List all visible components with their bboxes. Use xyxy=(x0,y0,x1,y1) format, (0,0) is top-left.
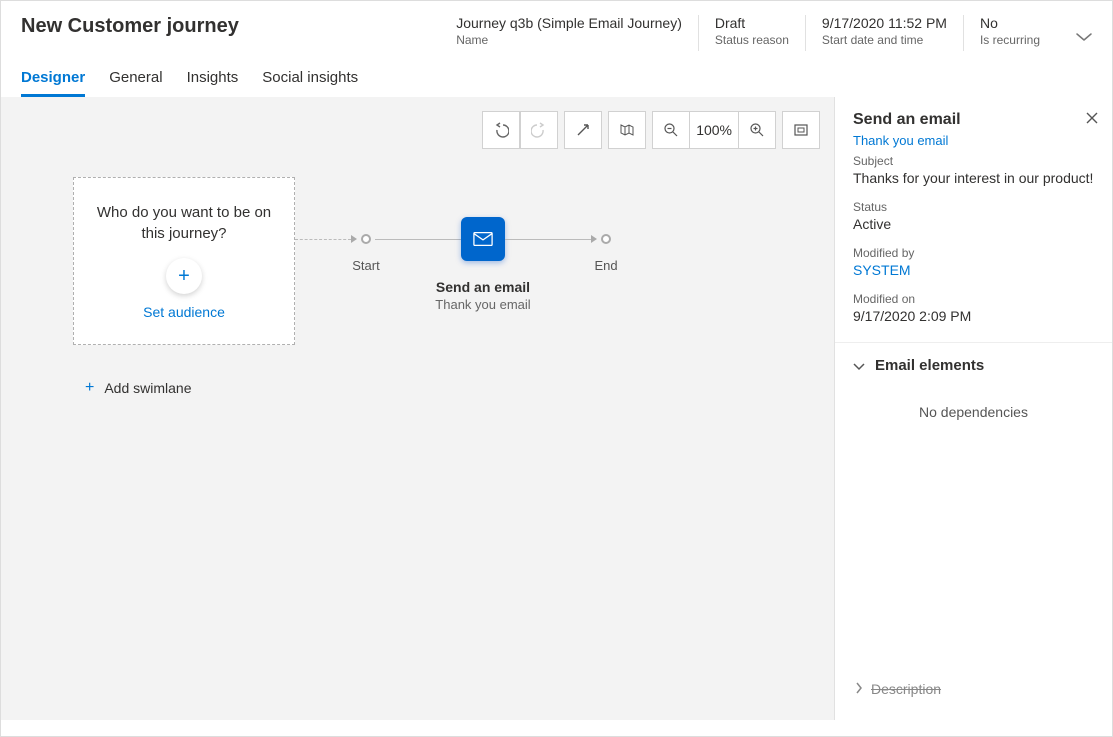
tab-bar: Designer General Insights Social insight… xyxy=(1,57,1112,97)
end-node[interactable]: End xyxy=(601,234,611,244)
mail-icon xyxy=(473,231,493,247)
record-header: New Customer journey Journey q3b (Simple… xyxy=(1,1,1112,57)
end-dot-icon xyxy=(601,234,611,244)
start-dot-icon xyxy=(361,234,371,244)
close-panel-button[interactable] xyxy=(1086,111,1098,127)
panel-title: Send an email xyxy=(853,111,1094,129)
subject-value: Thanks for your interest in our product! xyxy=(853,170,1094,186)
tab-general[interactable]: General xyxy=(109,69,162,97)
zoom-out-button[interactable] xyxy=(652,111,690,149)
summary-status: Draft Status reason xyxy=(698,15,805,51)
audience-question: Who do you want to be on this journey? xyxy=(92,202,276,244)
modified-by-value[interactable]: SYSTEM xyxy=(853,262,1094,278)
minimap-button[interactable] xyxy=(608,111,646,149)
summary-recurring-value: No xyxy=(980,15,1040,31)
section-description[interactable]: Description xyxy=(855,681,941,697)
set-audience-link[interactable]: Set audience xyxy=(143,304,225,320)
flow-connector xyxy=(295,239,351,240)
summary-status-label: Status reason xyxy=(715,33,789,47)
undo-button[interactable] xyxy=(482,111,520,149)
chevron-down-icon xyxy=(853,358,865,374)
zoom-in-button[interactable] xyxy=(738,111,776,149)
summary-recurring: No Is recurring xyxy=(963,15,1056,51)
end-label: End xyxy=(594,258,617,273)
start-label: Start xyxy=(352,258,379,273)
divider xyxy=(835,342,1112,343)
panel-subtitle-link[interactable]: Thank you email xyxy=(853,133,1094,148)
email-node-title: Send an email xyxy=(413,279,553,295)
summary-name-value: Journey q3b (Simple Email Journey) xyxy=(456,15,682,31)
redo-button[interactable] xyxy=(520,111,558,149)
email-node[interactable]: Send an email Thank you email xyxy=(461,217,505,261)
modified-by-label: Modified by xyxy=(853,246,1094,260)
email-tile[interactable] xyxy=(461,217,505,261)
arrow-icon xyxy=(591,235,597,243)
tab-social-insights[interactable]: Social insights xyxy=(262,69,358,97)
audience-card[interactable]: Who do you want to be on this journey? +… xyxy=(73,177,295,345)
email-node-subtitle: Thank you email xyxy=(413,297,553,312)
summary-name: Journey q3b (Simple Email Journey) Name xyxy=(440,15,698,51)
flow-connector xyxy=(375,239,461,240)
summary-start: 9/17/2020 11:52 PM Start date and time xyxy=(805,15,963,51)
no-dependencies-text: No dependencies xyxy=(853,404,1094,420)
tab-insights[interactable]: Insights xyxy=(187,69,239,97)
modified-on-value: 9/17/2020 2:09 PM xyxy=(853,308,1094,324)
summary-status-value: Draft xyxy=(715,15,789,31)
properties-panel: Send an email Thank you email Subject Th… xyxy=(834,97,1112,720)
summary-start-value: 9/17/2020 11:52 PM xyxy=(822,15,947,31)
modified-on-label: Modified on xyxy=(853,292,1094,306)
add-swimlane-button[interactable]: + Add swimlane xyxy=(85,379,192,397)
summary-name-label: Name xyxy=(456,33,682,47)
designer-canvas[interactable]: 100% Who do you want to be on this journ… xyxy=(1,97,834,720)
add-swimlane-label: Add swimlane xyxy=(104,380,191,396)
zoom-level: 100% xyxy=(690,111,738,149)
subject-label: Subject xyxy=(853,154,1094,168)
add-audience-button[interactable]: + xyxy=(166,258,202,294)
expand-button[interactable] xyxy=(564,111,602,149)
arrow-icon xyxy=(351,235,357,243)
page-title: New Customer journey xyxy=(21,15,440,38)
journey-flow: Start Send an email Thank you email End xyxy=(295,217,615,261)
status-label: Status xyxy=(853,200,1094,214)
plus-icon: + xyxy=(178,265,190,288)
plus-icon: + xyxy=(85,379,94,397)
fit-screen-button[interactable] xyxy=(782,111,820,149)
description-label: Description xyxy=(871,681,941,697)
summary-recurring-label: Is recurring xyxy=(980,33,1040,47)
main-area: 100% Who do you want to be on this journ… xyxy=(1,97,1112,720)
section-email-elements-label: Email elements xyxy=(875,357,984,374)
chevron-right-icon xyxy=(855,681,863,697)
summary-start-label: Start date and time xyxy=(822,33,947,47)
status-value: Active xyxy=(853,216,1094,232)
section-email-elements[interactable]: Email elements xyxy=(853,357,1094,374)
header-expand-button[interactable] xyxy=(1076,29,1092,45)
flow-connector xyxy=(505,239,591,240)
canvas-toolbar: 100% xyxy=(482,111,820,149)
tab-designer[interactable]: Designer xyxy=(21,69,85,97)
summary-fields: Journey q3b (Simple Email Journey) Name … xyxy=(440,15,1056,51)
start-node[interactable]: Start xyxy=(361,234,371,244)
